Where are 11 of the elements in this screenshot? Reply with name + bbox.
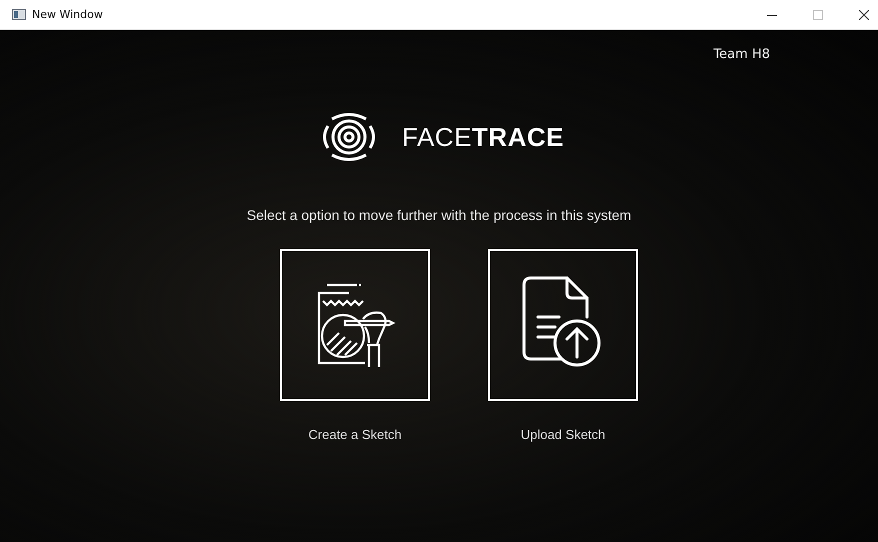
option-label: Create a Sketch	[308, 427, 402, 442]
create-sketch-button[interactable]	[280, 249, 430, 401]
close-icon[interactable]	[859, 10, 869, 20]
eye-logo-icon	[320, 112, 378, 162]
instruction-text: Select a option to move further with the process in this system	[246, 207, 632, 223]
team-label: Team H8	[713, 47, 770, 62]
brand-name: FACETRACE	[402, 122, 564, 152]
option-label: Upload Sketch	[520, 427, 606, 442]
window-title: New Window	[32, 8, 103, 21]
upload-sketch-button[interactable]	[488, 249, 638, 401]
window-icon	[12, 9, 26, 20]
